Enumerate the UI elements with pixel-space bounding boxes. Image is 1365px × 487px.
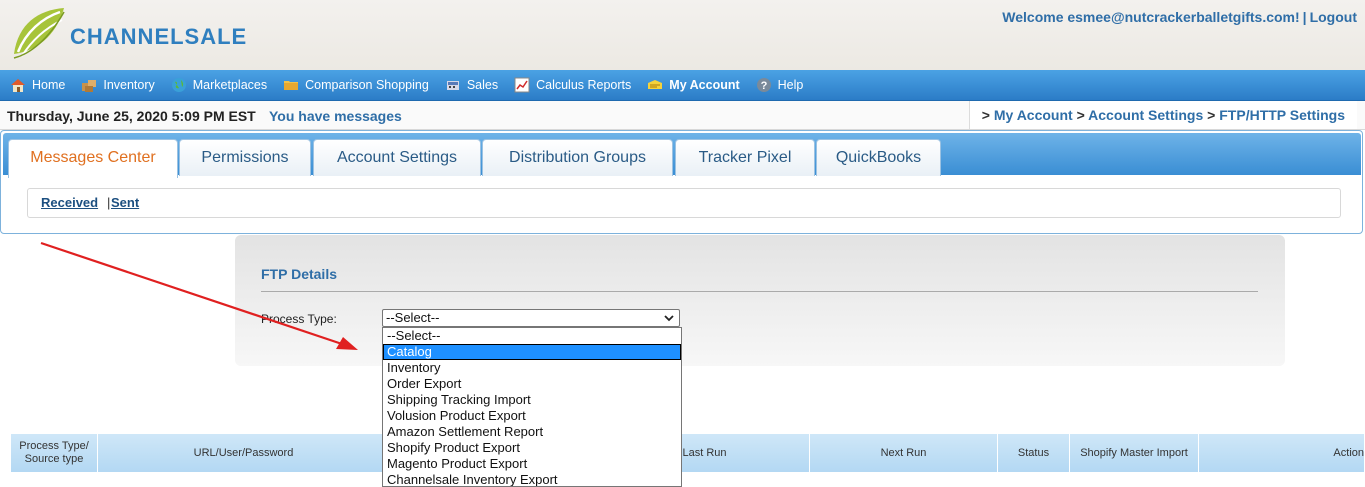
help-icon: ? [756, 78, 771, 92]
option-magento-product-export[interactable]: Magento Product Export [383, 456, 681, 472]
option-shopify-product-export[interactable]: Shopify Product Export [383, 440, 681, 456]
svg-text:?: ? [760, 80, 767, 92]
breadcrumb-current[interactable]: FTP/HTTP Settings [1219, 107, 1345, 123]
nav-calculus-reports[interactable]: Calculus Reports [514, 77, 631, 93]
breadcrumb-account-settings[interactable]: Account Settings [1088, 107, 1203, 123]
tab-quickbooks[interactable]: QuickBooks [816, 139, 941, 176]
account-icon [648, 80, 663, 89]
nav-marketplaces-label: Marketplaces [192, 78, 268, 92]
message-subtabs: Received | Sent [27, 188, 1341, 218]
nav-inventory-label: Inventory [103, 78, 155, 92]
channelsale-logo[interactable]: CHANNELSALE [8, 4, 308, 64]
nav-home-label: Home [32, 78, 66, 92]
tab-tracker-pixel[interactable]: Tracker Pixel [675, 139, 815, 176]
column-process-type: Process Type/ Source type [11, 434, 98, 472]
option-select[interactable]: --Select-- [383, 328, 681, 344]
option-amazon-settlement-report[interactable]: Amazon Settlement Report [383, 424, 681, 440]
breadcrumb-separator: > [981, 107, 990, 123]
breadcrumb-my-account[interactable]: My Account [994, 107, 1073, 123]
leaf-logo-icon [13, 8, 65, 59]
tabs-strip: Messages Center Permissions Account Sett… [3, 133, 1361, 178]
subtab-separator: | [107, 195, 111, 210]
process-type-dropdown[interactable]: --Select-- Catalog Inventory Order Expor… [382, 327, 682, 487]
process-type-label: Process Type: [261, 312, 337, 326]
received-link[interactable]: Received [41, 195, 98, 210]
nav-my-account[interactable]: My Account [647, 77, 740, 93]
column-url-user-password: URL/User/Password [98, 434, 390, 472]
nav-sales[interactable]: Sales [445, 77, 498, 93]
nav-help-label: Help [777, 78, 804, 92]
sent-link[interactable]: Sent [111, 195, 139, 210]
nav-inventory[interactable]: Inventory [81, 77, 155, 93]
option-volusion-product-export[interactable]: Volusion Product Export [383, 408, 681, 424]
nav-calculus-reports-label: Calculus Reports [536, 78, 632, 92]
tab-distribution-groups[interactable]: Distribution Groups [482, 139, 673, 176]
nav-sales-label: Sales [466, 78, 499, 92]
logo-text: CHANNELSALE [70, 24, 247, 49]
option-channelsale-inventory-export[interactable]: Channelsale Inventory Export [383, 472, 681, 486]
process-type-selected-value: --Select-- [386, 310, 440, 325]
ftp-table-header: Process Type/ Source type URL/User/Passw… [11, 434, 1365, 472]
welcome-separator: | [1302, 9, 1307, 25]
welcome-area: Welcome esmee@nutcrackerballetgifts.com!… [1002, 9, 1357, 25]
nav-comparison-shopping[interactable]: Comparison Shopping [283, 77, 429, 93]
tabs-panel: Messages Center Permissions Account Sett… [0, 130, 1363, 234]
nav-my-account-label: My Account [669, 78, 740, 92]
column-action: Action [1199, 434, 1365, 472]
breadcrumb-separator: > [1207, 107, 1216, 123]
chevron-down-icon [664, 315, 674, 322]
column-shopify-master-import: Shopify Master Import [1070, 434, 1199, 472]
ftp-details-title: FTP Details [261, 266, 337, 282]
home-icon [11, 79, 25, 92]
nav-home[interactable]: Home [10, 77, 65, 93]
option-shipping-tracking-import[interactable]: Shipping Tracking Import [383, 392, 681, 408]
globe-icon [171, 78, 186, 92]
sales-icon [446, 81, 459, 90]
column-status: Status [998, 434, 1070, 472]
folder-icon [284, 81, 299, 90]
column-next-run: Next Run [810, 434, 998, 472]
option-catalog[interactable]: Catalog [383, 344, 681, 360]
option-inventory[interactable]: Inventory [383, 360, 681, 376]
breadcrumb-separator: > [1076, 107, 1085, 123]
messages-link[interactable]: You have messages [269, 108, 402, 124]
nav-comparison-shopping-label: Comparison Shopping [305, 78, 429, 92]
tab-account-settings[interactable]: Account Settings [313, 139, 481, 176]
current-date: Thursday, June 25, 2020 5:09 PM EST [7, 108, 256, 124]
inventory-icon [82, 80, 97, 92]
nav-marketplaces[interactable]: Marketplaces [171, 77, 267, 93]
welcome-text: Welcome esmee@nutcrackerballetgifts.com! [1002, 9, 1300, 25]
header: CHANNELSALE Welcome esmee@nutcrackerball… [0, 0, 1365, 70]
logout-link[interactable]: Logout [1310, 9, 1357, 25]
main-nav: Home Inventory Marketplaces Comparison S… [0, 70, 1365, 101]
breadcrumb: > My Account > Account Settings > FTP/HT… [968, 101, 1357, 129]
process-type-select[interactable]: --Select-- [382, 309, 680, 327]
tab-permissions[interactable]: Permissions [179, 139, 311, 176]
chart-icon [514, 77, 530, 93]
nav-help[interactable]: ? Help [756, 77, 804, 93]
option-order-export[interactable]: Order Export [383, 376, 681, 392]
divider [261, 291, 1258, 292]
tab-messages-center[interactable]: Messages Center [8, 139, 178, 178]
